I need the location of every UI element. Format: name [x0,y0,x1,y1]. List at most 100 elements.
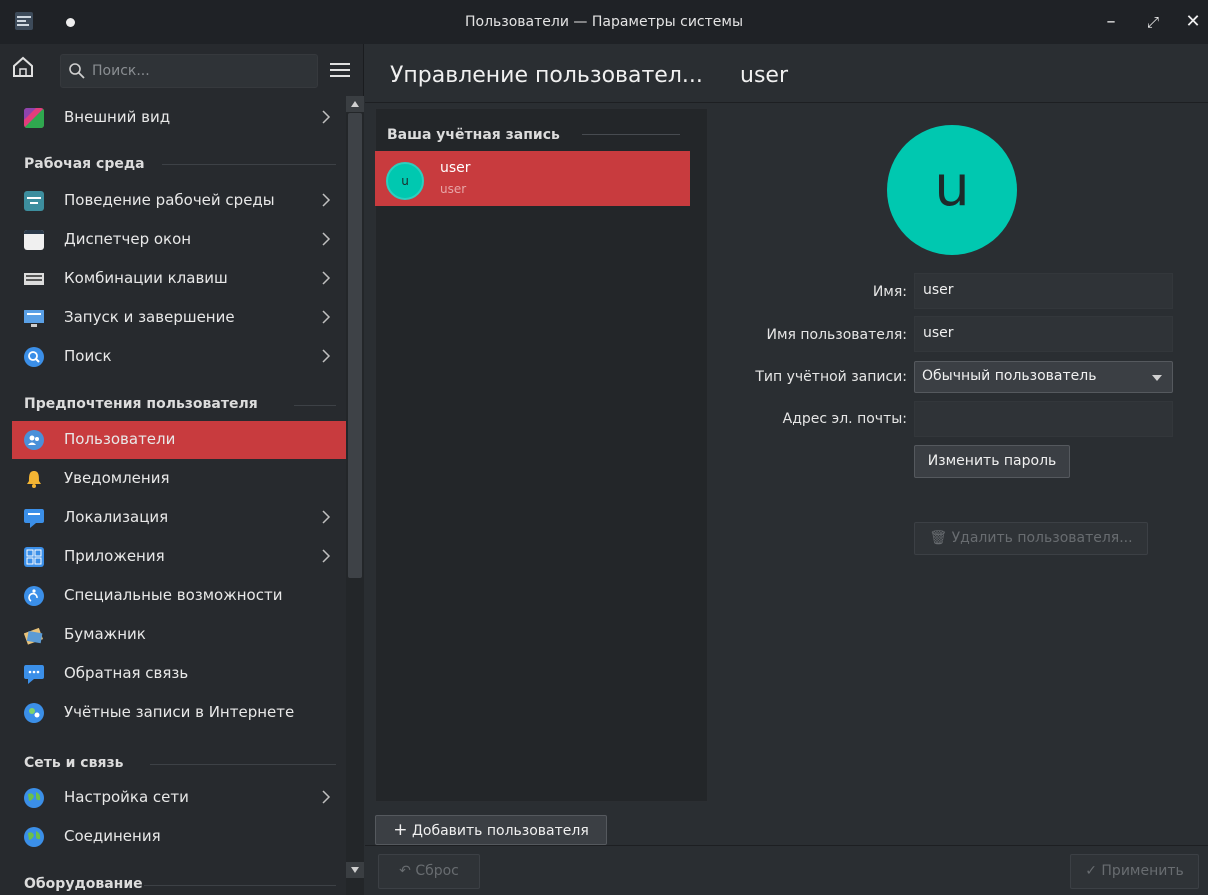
sidebar-item-users[interactable]: Пользователи [12,421,346,459]
avatar: u [386,162,424,200]
sidebar-item-shortcuts[interactable]: Комбинации клавиш [12,260,346,298]
sidebar-item-label: Бумажник [64,625,146,643]
sidebar-item-startup[interactable]: Запуск и завершение [12,299,346,337]
sidebar-item-label: Уведомления [64,469,170,487]
keyboard-icon [24,273,44,285]
sidebar-item-appearance[interactable]: Внешний вид [12,99,346,137]
chevron-right-icon [322,349,331,363]
sidebar-item-wallet[interactable]: Бумажник [12,616,346,654]
users-icon [24,430,44,450]
reset-button[interactable]: ↶ Сброс [378,854,480,889]
sidebar-item-label: Диспетчер окон [64,230,192,248]
globe-icon [24,788,44,808]
sidebar-item-search[interactable]: Поиск [12,338,346,376]
search-placeholder: Поиск... [92,63,150,79]
sidebar-item-label: Внешний вид [64,108,171,126]
minimize-button[interactable]: – [1098,8,1124,36]
account-type-value: Обычный пользователь [922,368,1097,384]
footer-divider [365,845,1208,846]
category-title: Оборудование [24,876,143,892]
window-title: Пользователи — Параметры системы [464,14,744,30]
online-accounts-icon [24,703,44,723]
globe-icon [24,827,44,847]
category-title: Сеть и связь [24,755,124,771]
apply-button[interactable]: ✓ Применить [1070,854,1199,889]
user-list [375,108,708,802]
sidebar-item-feedback[interactable]: Обратная связь [12,655,346,693]
chevron-right-icon [322,510,331,524]
scroll-up-arrow[interactable] [346,96,364,112]
change-password-button[interactable]: Изменить пароль [914,445,1070,478]
chevron-right-icon [322,193,331,207]
page-title: Управление пользовател... [390,63,703,88]
account-type-label: Тип учётной записи: [755,369,907,385]
chevron-down-icon [1152,375,1162,381]
category-title: Рабочая среда [24,156,145,172]
sidebar-item-label: Учётные записи в Интернете [64,703,295,721]
sidebar-item-label: Локализация [64,508,169,526]
section-divider [582,134,680,135]
app-icon[interactable] [14,11,34,31]
sidebar-item-label: Обратная связь [64,664,189,682]
localization-icon [24,509,44,528]
trash-icon: 🗑 [929,530,948,546]
sidebar-item-window-manager[interactable]: Диспетчер окон [12,221,346,259]
user-list-login: user [440,182,467,196]
hamburger-menu-icon[interactable] [326,56,354,84]
user-list-section-title: Ваша учётная запись [387,127,560,143]
sidebar-item-label: Приложения [64,547,165,565]
sidebar-item-applications[interactable]: Приложения [12,538,346,576]
apply-label: Применить [1101,863,1184,879]
category-divider [162,164,336,165]
wallet-icon [24,627,43,645]
desktop-behavior-icon [24,191,44,211]
search-magnifier-icon [24,347,44,367]
applications-icon [24,547,44,567]
sidebar-item-desktop-behavior[interactable]: Поведение рабочей среды [12,182,346,220]
sidebar-item-accessibility[interactable]: Специальные возможности [12,577,346,615]
header-divider [365,102,1208,103]
add-user-label: Добавить пользователя [411,823,589,839]
page-subtitle: user [740,63,788,88]
title-bar: Пользователи — Параметры системы – ⤢ ✕ [0,0,1208,44]
category-divider [294,405,336,406]
chevron-right-icon [322,790,331,804]
account-type-select[interactable]: Обычный пользователь [914,361,1173,393]
chevron-right-icon [322,549,331,563]
user-list-name: user [440,160,471,176]
chevron-right-icon [322,110,331,124]
sidebar-item-localization[interactable]: Локализация [12,499,346,537]
bell-icon [27,471,41,488]
sidebar-item-connections[interactable]: Соединения [12,818,346,856]
name-field[interactable]: user [914,273,1173,309]
email-label: Адрес эл. почты: [782,411,907,427]
name-value: user [923,282,954,298]
maximize-button[interactable]: ⤢ [1140,8,1166,36]
delete-user-button[interactable]: 🗑 Удалить пользователя... [914,522,1148,555]
search-icon [69,63,85,79]
sidebar-item-label: Поведение рабочей среды [64,191,275,209]
user-avatar[interactable]: u [887,125,1017,255]
sidebar-item-label: Комбинации клавиш [64,269,228,287]
startup-icon [24,310,44,327]
username-field[interactable]: user [914,316,1173,352]
sidebar-item-network[interactable]: Настройка сети [12,779,346,817]
keep-above-icon[interactable] [66,18,75,27]
chevron-right-icon [322,271,331,285]
feedback-icon [24,665,44,684]
sidebar-item-label: Поиск [64,347,112,365]
delete-user-label: Удалить пользователя... [951,530,1133,546]
sidebar-item-label: Запуск и завершение [64,308,235,326]
home-icon[interactable] [10,54,36,80]
close-button[interactable]: ✕ [1180,8,1206,36]
scrollbar-thumb[interactable] [348,113,362,578]
add-user-button[interactable]: + Добавить пользователя [375,815,607,845]
sidebar-item-notifications[interactable]: Уведомления [12,460,346,498]
scroll-down-arrow[interactable] [346,862,364,878]
email-field[interactable] [914,401,1173,437]
sidebar-item-online-accounts[interactable]: Учётные записи в Интернете [12,694,346,732]
chevron-right-icon [322,310,331,324]
appearance-icon [24,108,44,128]
category-divider [150,764,336,765]
sidebar-item-label: Пользователи [64,430,176,448]
